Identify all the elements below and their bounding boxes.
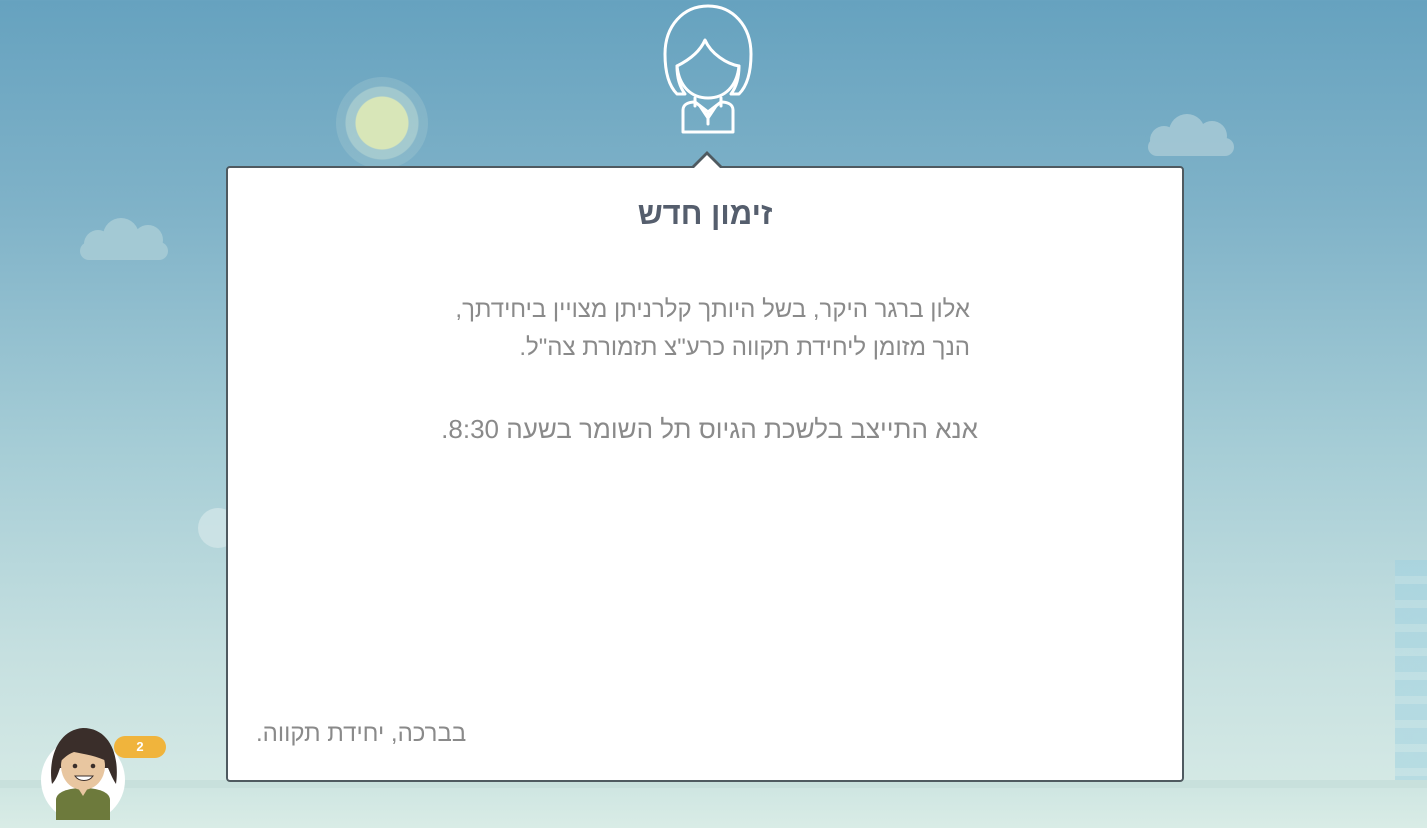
dialog-pointer-fill bbox=[694, 155, 720, 168]
message-line-2: הנך מזומן ליחידת תקווה כרע"צ תזמורת צה"ל… bbox=[519, 334, 970, 361]
soldier-avatar-icon[interactable] bbox=[38, 722, 128, 820]
ground bbox=[0, 780, 1427, 828]
dialog-title: זימון חדש bbox=[637, 196, 773, 231]
user-outline-icon bbox=[663, 4, 753, 134]
sun-icon bbox=[336, 77, 428, 169]
message-line-1: אלון ברגר היקר, בשל היותך קלרניתן מצויין… bbox=[455, 296, 970, 323]
notification-badge: 2 bbox=[114, 736, 166, 758]
message-line-3: אנא התייצב בלשכת הגיוס תל השומר בשעה 8:3… bbox=[441, 414, 978, 444]
dialog-signoff: בברכה, יחידת תקווה. bbox=[256, 720, 467, 747]
cloud-icon bbox=[1148, 114, 1234, 156]
invitation-dialog: זימון חדש אלון ברגר היקר, בשל היותך קלרנ… bbox=[226, 166, 1184, 782]
cloud-icon bbox=[80, 218, 168, 260]
building-decoration bbox=[1395, 560, 1427, 790]
